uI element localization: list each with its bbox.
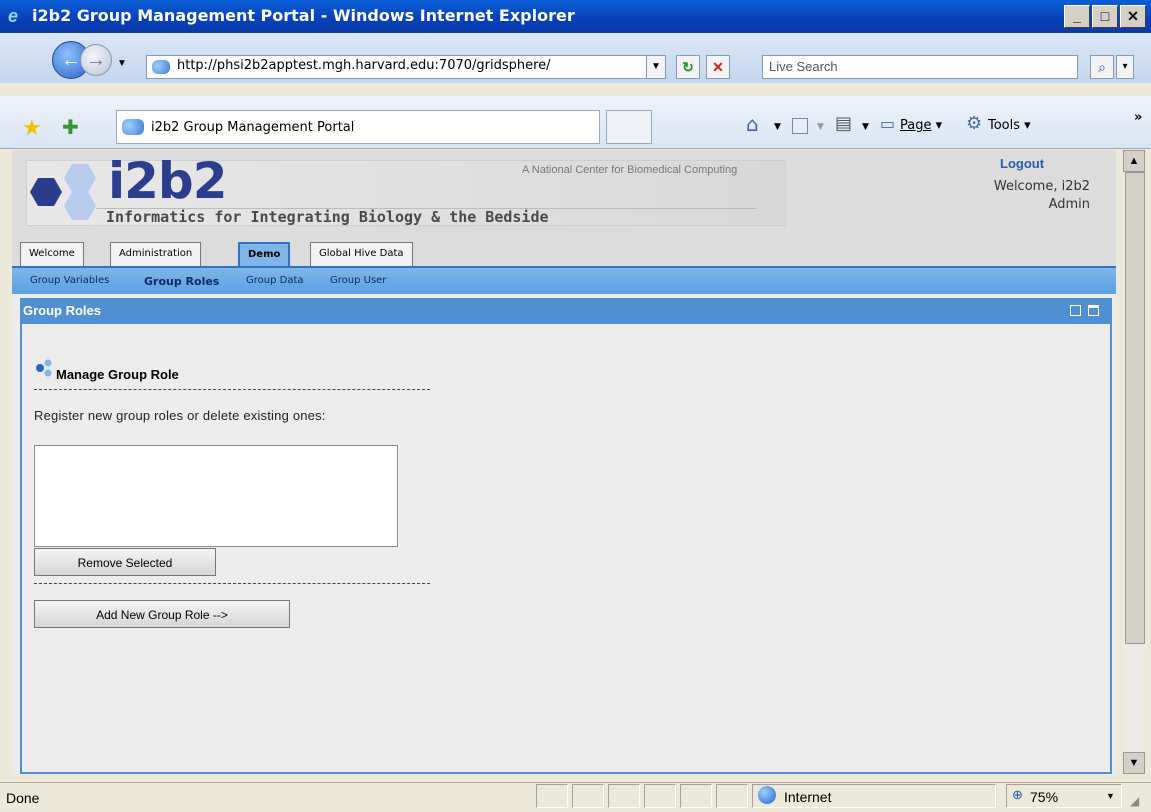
favorites-star-icon[interactable]: ★ (22, 115, 42, 141)
globe-icon (758, 786, 776, 804)
feeds-icon[interactable] (792, 118, 808, 134)
scroll-up-icon[interactable]: ▲ (1123, 150, 1145, 172)
minimize-panel-icon[interactable] (1070, 305, 1081, 316)
history-dropdown-icon[interactable]: ▼ (117, 58, 127, 69)
remove-selected-button[interactable]: Remove Selected (34, 548, 216, 576)
forward-button[interactable]: → (80, 44, 112, 76)
chevron-more-icon[interactable]: » (1134, 110, 1142, 125)
welcome-text: Welcome, i2b2 Admin (960, 178, 1090, 214)
tab-title: i2b2 Group Management Portal (151, 120, 355, 135)
minimize-button[interactable]: _ (1064, 5, 1090, 28)
tab-administration[interactable]: Administration (110, 242, 202, 266)
browser-tab[interactable]: i2b2 Group Management Portal (116, 110, 600, 144)
welcome-line1: Welcome, i2b2 (993, 179, 1090, 194)
zoom-dropdown-icon[interactable]: ▼ (1106, 791, 1115, 801)
zoom-pane[interactable] (1006, 784, 1122, 808)
welcome-line2: Admin (1048, 197, 1090, 212)
scroll-thumb[interactable] (1125, 172, 1145, 644)
search-icon[interactable]: ⌕ (1090, 55, 1114, 79)
logo-text: i2b2 (108, 152, 228, 210)
tab-global-hive-data[interactable]: Global Hive Data (310, 242, 413, 266)
status-pane (608, 784, 640, 808)
status-text: Done (6, 790, 40, 806)
home-icon[interactable]: ⌂ (746, 112, 759, 136)
instruction-text: Register new group roles or delete exist… (34, 408, 326, 423)
refresh-icon[interactable]: ↻ (676, 55, 700, 79)
new-tab-button[interactable] (606, 110, 652, 144)
tab-welcome[interactable]: Welcome (20, 242, 84, 266)
address-bar[interactable]: http://phsi2b2apptest.mgh.harvard.edu:70… (146, 55, 666, 79)
tools-menu[interactable]: Tools ▾ (988, 118, 1031, 133)
tab-favicon (122, 119, 144, 135)
maximize-button[interactable]: □ (1092, 5, 1118, 28)
close-button[interactable]: ✕ (1120, 5, 1146, 28)
page-menu-label: Page (900, 118, 932, 133)
logout-link[interactable]: Logout (1000, 156, 1044, 171)
address-text: http://phsi2b2apptest.mgh.harvard.edu:70… (177, 58, 551, 73)
resize-grip-icon[interactable]: ◢ (1130, 794, 1139, 808)
status-pane (644, 784, 676, 808)
tab-demo[interactable]: Demo (238, 242, 291, 266)
subnav-group-variables[interactable]: Group Variables (30, 275, 109, 286)
add-favorites-icon[interactable]: ✚ (62, 115, 79, 140)
divider (34, 583, 430, 584)
stop-icon[interactable]: ✕ (706, 55, 730, 79)
status-pane (572, 784, 604, 808)
site-icon (152, 60, 170, 74)
divider (34, 389, 430, 390)
search-input[interactable]: Live Search (762, 55, 1078, 79)
maximize-panel-icon[interactable] (1088, 305, 1099, 316)
zone-text: Internet (784, 789, 832, 805)
search-options-icon[interactable]: ▾ (1116, 55, 1134, 79)
group-role-icon (36, 359, 52, 377)
subnav-group-user[interactable]: Group User (330, 275, 386, 286)
subnav-group-roles[interactable]: Group Roles (144, 275, 219, 288)
subnav-group-data[interactable]: Group Data (246, 275, 304, 286)
status-pane (716, 784, 748, 808)
page-icon[interactable]: ▭ (880, 114, 895, 133)
tools-gear-icon[interactable]: ⚙ (966, 113, 982, 134)
window-title: i2b2 Group Management Portal - Windows I… (32, 6, 575, 25)
i2b2-logo-icon (30, 164, 96, 220)
tools-menu-label: Tools (988, 118, 1021, 133)
zoom-level[interactable]: 75% (1030, 789, 1058, 805)
page-menu[interactable]: Page ▾ (900, 118, 942, 133)
add-group-role-button[interactable]: Add New Group Role --> (34, 600, 290, 628)
section-title: Manage Group Role (56, 367, 179, 382)
home-dropdown-icon[interactable]: ▼ (774, 122, 781, 132)
print-icon[interactable]: ▤ (835, 113, 852, 134)
scroll-down-icon[interactable]: ▼ (1123, 752, 1145, 774)
group-roles-listbox[interactable] (34, 445, 398, 547)
ie-icon: e (8, 6, 19, 26)
feeds-dropdown-icon[interactable]: ▼ (817, 122, 824, 132)
panel-title: Group Roles (20, 298, 1112, 324)
status-pane (536, 784, 568, 808)
zoom-icon[interactable]: ⊕ (1012, 787, 1023, 803)
logo-subtitle: Informatics for Integrating Biology & th… (106, 208, 549, 226)
address-dropdown-icon[interactable]: ▼ (646, 55, 666, 79)
search-placeholder: Live Search (769, 59, 838, 74)
print-dropdown-icon[interactable]: ▼ (862, 122, 869, 132)
center-tagline: A National Center for Biomedical Computi… (522, 164, 738, 176)
status-pane (680, 784, 712, 808)
